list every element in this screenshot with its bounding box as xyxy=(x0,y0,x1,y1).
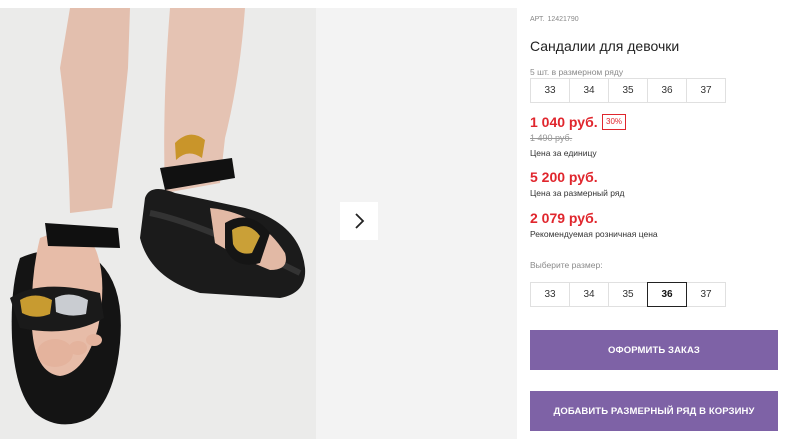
size-row-item: 36 xyxy=(647,78,687,103)
size-row-list: 33 34 35 36 37 xyxy=(530,78,726,103)
article-number: АРТ. 12421790 xyxy=(530,16,582,23)
retail-price-note: Рекомендуемая розничная цена xyxy=(530,229,658,239)
place-order-button[interactable]: Оформить заказ xyxy=(530,330,778,370)
product-title: Сандалии для девочки xyxy=(530,38,680,54)
size-option-34[interactable]: 34 xyxy=(569,282,609,307)
size-option-35[interactable]: 35 xyxy=(608,282,648,307)
size-selector: 33 34 35 36 37 xyxy=(530,282,726,307)
product-gallery xyxy=(0,0,517,439)
discount-badge: 30% xyxy=(602,114,627,130)
size-option-36-selected[interactable]: 36 xyxy=(647,282,687,307)
article-label: АРТ. xyxy=(530,16,545,23)
gallery-next-button[interactable] xyxy=(340,202,378,240)
size-option-37[interactable]: 37 xyxy=(686,282,726,307)
retail-price: 2 079 руб. xyxy=(530,210,598,226)
chevron-right-icon xyxy=(355,213,365,229)
size-row-caption: 5 шт. в размерном ряду xyxy=(530,67,624,77)
sandal-image xyxy=(0,8,316,439)
row-price-note: Цена за размерный ряд xyxy=(530,188,625,198)
size-row-item: 35 xyxy=(608,78,648,103)
size-row-item: 34 xyxy=(569,78,609,103)
unit-price-note: Цена за единицу xyxy=(530,148,597,158)
row-price: 5 200 руб. xyxy=(530,169,598,185)
size-row-item: 33 xyxy=(530,78,570,103)
size-option-33[interactable]: 33 xyxy=(530,282,570,307)
old-price: 1 490 руб. xyxy=(530,133,573,143)
article-value: 12421790 xyxy=(547,16,579,23)
product-photo[interactable] xyxy=(0,8,316,439)
size-select-caption: Выберите размер: xyxy=(530,260,603,270)
size-row-item: 37 xyxy=(686,78,726,103)
product-info-panel: АРТ. 12421790 Сандалии для девочки 5 шт. … xyxy=(530,0,790,439)
add-size-row-to-cart-button[interactable]: Добавить размерный ряд в корзину xyxy=(530,391,778,431)
unit-price: 1 040 руб. xyxy=(530,114,598,130)
